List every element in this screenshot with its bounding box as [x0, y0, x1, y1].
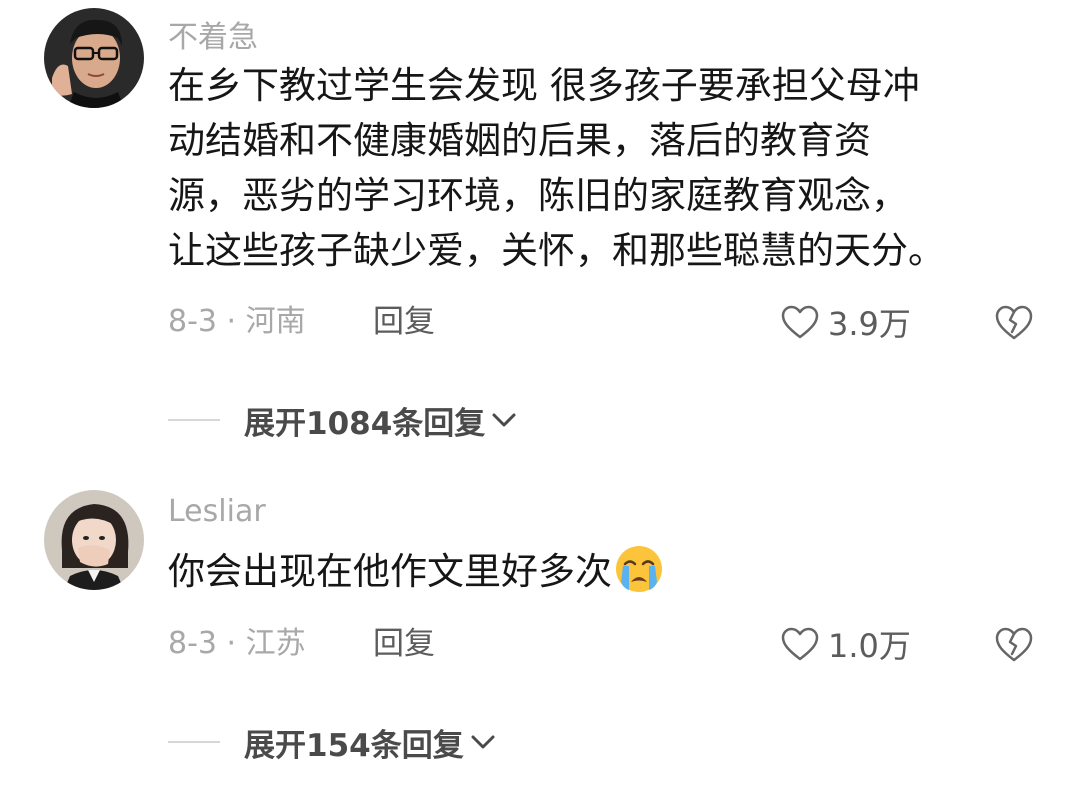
user-avatar[interactable] — [44, 8, 144, 108]
comment-item: 不着急 在乡下教过学生会发现 很多孩子要承担父母冲 动结婚和不健康婚姻的后果，落… — [0, 0, 1080, 460]
reply-button[interactable]: 回复 — [373, 300, 435, 344]
comment-text: 在乡下教过学生会发现 很多孩子要承担父母冲 动结婚和不健康婚姻的后果，落后的教育… — [168, 58, 1048, 278]
avatar-man-glasses-icon — [44, 8, 144, 108]
comment-username[interactable]: Lesliar — [168, 494, 266, 529]
comment-date-location: 8-3 · 江苏 — [168, 626, 306, 661]
comment-text-content: 你会出现在他作文里好多次 — [168, 550, 612, 593]
comment-text-line: 让这些孩子缺少爱，关怀，和那些聪慧的天分。 — [168, 229, 945, 272]
expand-replies-button[interactable]: 展开154条回复 — [168, 720, 498, 764]
divider-line — [168, 419, 220, 421]
loudly-crying-face-emoji-icon — [616, 546, 662, 592]
broken-heart-icon[interactable] — [994, 302, 1034, 342]
comment-text-line: 动结婚和不健康婚姻的后果，落后的教育资 — [168, 119, 871, 162]
comment-text-line: 源，恶劣的学习环境，陈旧的家庭教育观念， — [168, 174, 908, 217]
like-count: 1.0万 — [828, 627, 911, 665]
comment-text-line: 在乡下教过学生会发现 很多孩子要承担父母冲 — [168, 64, 920, 107]
comment-text-line: 你会出现在他作文里好多次 — [168, 544, 1048, 599]
expand-replies-button[interactable]: 展开1084条回复 — [168, 398, 519, 442]
chevron-down-icon — [471, 735, 495, 749]
comment-date-location: 8-3 · 河南 — [168, 304, 306, 339]
avatar-woman-covering-mouth-icon — [44, 490, 144, 590]
like-button[interactable]: 1.0万 — [780, 622, 911, 666]
chevron-down-icon — [492, 413, 516, 427]
heart-outline-icon — [781, 627, 819, 661]
expand-replies-label: 展开1084条回复 — [244, 405, 486, 442]
expand-replies-label: 展开154条回复 — [244, 727, 464, 764]
comment-meta: 8-3 · 江苏 回复 1.0万 — [168, 622, 1048, 666]
like-button[interactable]: 3.9万 — [780, 300, 911, 344]
broken-heart-icon[interactable] — [994, 624, 1034, 664]
comment-username[interactable]: 不着急 — [168, 12, 258, 56]
divider-line — [168, 741, 220, 743]
reply-button[interactable]: 回复 — [373, 622, 435, 666]
comment-item: Lesliar 你会出现在他作文里好多次 8-3 · 江苏 回复 1.0万 展开… — [0, 480, 1080, 801]
comment-meta: 8-3 · 河南 回复 3.9万 — [168, 300, 1048, 344]
comment-text: 你会出现在他作文里好多次 — [168, 544, 1048, 599]
user-avatar[interactable] — [44, 490, 144, 590]
like-count: 3.9万 — [828, 305, 911, 343]
heart-outline-icon — [781, 305, 819, 339]
